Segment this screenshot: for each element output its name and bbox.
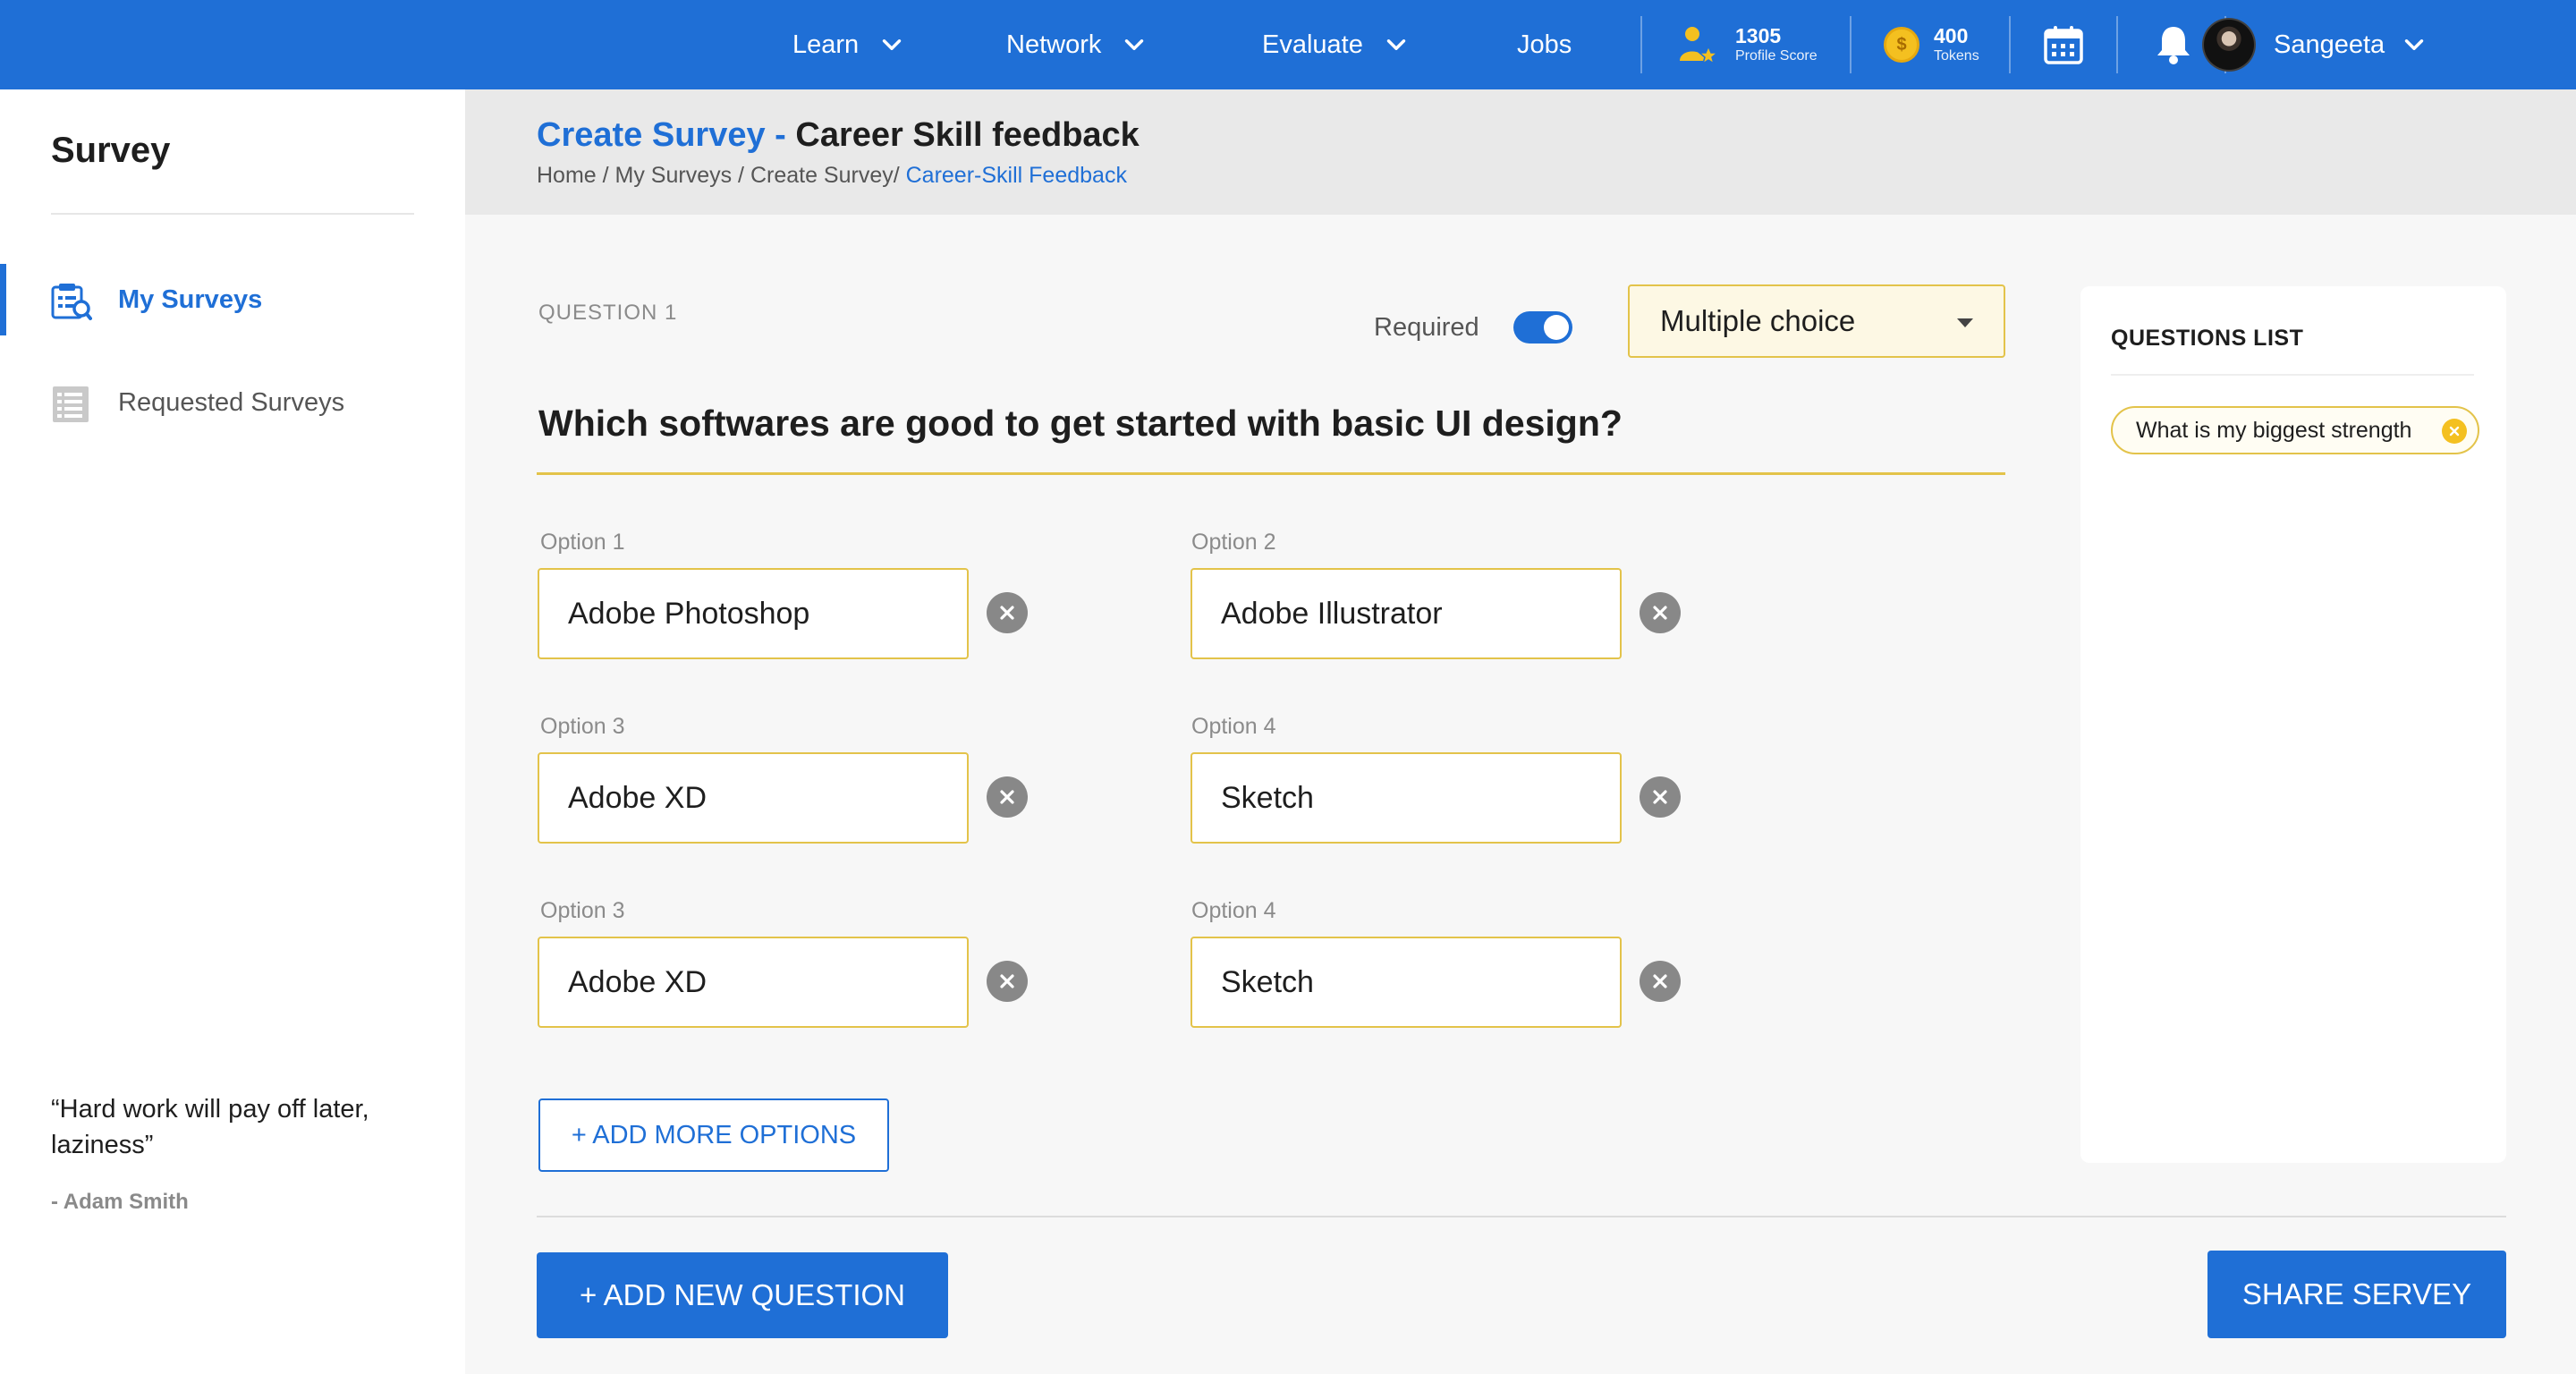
close-icon [1653, 606, 1667, 620]
sidebar-item-my-surveys[interactable]: My Surveys [0, 264, 465, 335]
option-label: Option 4 [1191, 898, 1276, 923]
nav-learn[interactable]: Learn [792, 0, 907, 89]
quote-text: “Hard work will pay off later, laziness” [51, 1095, 369, 1159]
calendar-button[interactable] [2042, 0, 2085, 89]
breadcrumb-current: Career-Skill Feedback [905, 163, 1127, 188]
remove-option-button[interactable] [1640, 592, 1681, 633]
share-survey-button[interactable]: SHARE SERVEY [2207, 1251, 2506, 1338]
notifications-button[interactable] [2154, 0, 2193, 89]
user-menu[interactable]: Sangeeta [2191, 0, 2576, 89]
survey-search-icon [51, 284, 92, 320]
questions-list-title: QUESTIONS LIST [2111, 326, 2304, 351]
quote-author: - Adam Smith [51, 1190, 189, 1214]
option-label: Option 1 [540, 530, 625, 555]
profile-score[interactable]: 1305 Profile Score [1674, 0, 1818, 89]
caret-down-icon [1957, 318, 1973, 327]
nav-divider [1850, 16, 1852, 73]
option-label: Option 2 [1191, 530, 1276, 555]
remove-option-button[interactable] [1640, 776, 1681, 818]
option-label: Option 3 [540, 898, 625, 923]
bell-icon [2157, 27, 2190, 64]
chevron-down-icon [882, 39, 902, 50]
coin-symbol: $ [1896, 34, 1907, 55]
nav-evaluate[interactable]: Evaluate [1262, 0, 1411, 89]
profile-score-value: 1305 [1735, 24, 1782, 47]
questions-list-panel: QUESTIONS LIST What is my biggest streng… [2080, 286, 2506, 1163]
sidebar: Survey My Surveys Requested Surveys “Har… [0, 89, 465, 1374]
remove-option-button[interactable] [987, 961, 1028, 1002]
question-text-input[interactable]: Which softwares are good to get started … [538, 403, 2005, 456]
toggle-knob [1544, 315, 1569, 340]
add-more-options-button[interactable]: + ADD MORE OPTIONS [538, 1098, 889, 1172]
question-type-select[interactable]: Multiple choice [1628, 284, 2005, 358]
nav-jobs[interactable]: Jobs [1517, 0, 1572, 89]
required-label: Required [1374, 313, 1479, 342]
nav-evaluate-label: Evaluate [1262, 30, 1363, 59]
page-header: Create Survey - Career Skill feedback Ho… [465, 89, 2576, 215]
option-input[interactable]: Adobe Illustrator [1191, 568, 1622, 659]
profile-score-icon [1680, 27, 1720, 65]
remove-option-button[interactable] [987, 776, 1028, 818]
close-icon [1653, 790, 1667, 804]
nav-divider [2116, 16, 2118, 73]
user-name: Sangeeta [2274, 30, 2385, 59]
nav-learn-label: Learn [792, 30, 860, 59]
calendar-icon [2044, 26, 2083, 64]
main-content: Create Survey - Career Skill feedback Ho… [465, 89, 2576, 1374]
page-title-accent: Create Survey [537, 116, 766, 154]
sidebar-item-label: My Surveys [118, 284, 263, 314]
nav-network-label: Network [1006, 30, 1102, 59]
question-underline [537, 472, 2005, 475]
option-input[interactable]: Sketch [1191, 752, 1622, 844]
list-document-icon [53, 386, 89, 422]
option-label: Option 3 [540, 714, 625, 739]
page-title-separator: - [765, 116, 796, 154]
question-chip[interactable]: What is my biggest strength [2111, 406, 2479, 454]
sidebar-title: Survey [51, 131, 171, 170]
sidebar-item-label: Requested Surveys [118, 387, 345, 417]
option-input[interactable]: Sketch [1191, 937, 1622, 1028]
footer-divider [537, 1216, 2506, 1217]
sidebar-divider [51, 213, 414, 215]
nav-divider [1640, 16, 1642, 73]
coin-icon: $ [1884, 27, 1919, 63]
remove-question-button[interactable] [2442, 419, 2467, 444]
questions-list-divider [2111, 374, 2474, 376]
avatar [2202, 18, 2256, 72]
active-indicator [0, 264, 6, 335]
nav-divider [2009, 16, 2011, 73]
page-title-rest: Career Skill feedback [795, 116, 1140, 154]
question-number-label: QUESTION 1 [538, 301, 678, 325]
breadcrumb-trail[interactable]: Home / My Surveys / Create Survey/ [537, 163, 906, 188]
close-icon [1000, 606, 1014, 620]
nav-jobs-label: Jobs [1517, 30, 1572, 59]
required-toggle[interactable] [1513, 311, 1572, 344]
chevron-down-icon [2404, 39, 2424, 50]
chevron-down-icon [1386, 39, 1406, 50]
close-icon [1000, 974, 1014, 988]
option-input[interactable]: Adobe XD [538, 937, 969, 1028]
close-icon [1000, 790, 1014, 804]
sidebar-item-requested-surveys[interactable]: Requested Surveys [0, 367, 465, 438]
breadcrumb: Home / My Surveys / Create Survey/ Caree… [537, 163, 1127, 189]
chevron-down-icon [1125, 39, 1144, 50]
question-chip-label: What is my biggest strength [2136, 417, 2412, 443]
option-label: Option 4 [1191, 714, 1276, 739]
question-type-value: Multiple choice [1660, 304, 1856, 337]
page-title: Create Survey - Career Skill feedback [537, 116, 1140, 155]
remove-option-button[interactable] [987, 592, 1028, 633]
close-icon [2449, 426, 2460, 437]
tokens-value: 400 [1934, 24, 1969, 47]
profile-score-label: Profile Score [1735, 48, 1818, 64]
remove-option-button[interactable] [1640, 961, 1681, 1002]
tokens-label: Tokens [1934, 48, 1979, 64]
tokens[interactable]: $ 400 Tokens [1884, 0, 1979, 89]
top-navigation-bar: Learn Network Evaluate Jobs 1305 Profile… [0, 0, 2576, 89]
option-input[interactable]: Adobe XD [538, 752, 969, 844]
add-new-question-button[interactable]: + ADD NEW QUESTION [537, 1252, 948, 1338]
close-icon [1653, 974, 1667, 988]
nav-network[interactable]: Network [1006, 0, 1149, 89]
option-input[interactable]: Adobe Photoshop [538, 568, 969, 659]
